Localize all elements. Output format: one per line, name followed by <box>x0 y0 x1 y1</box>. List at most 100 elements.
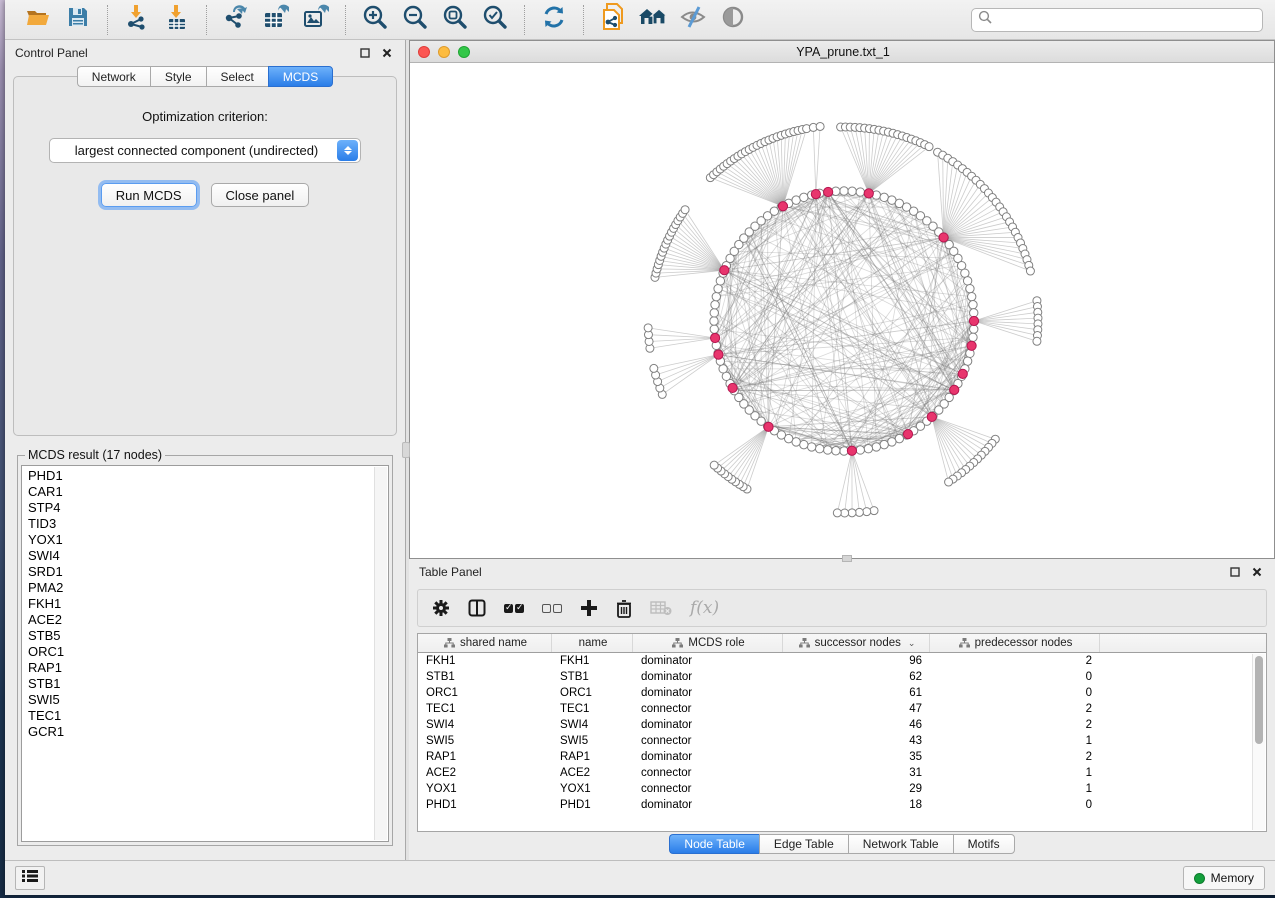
mcds-result-list[interactable]: PHD1CAR1STP4TID3YOX1SWI4SRD1PMA2FKH1ACE2… <box>21 465 389 842</box>
refresh-button[interactable] <box>539 6 569 34</box>
ring-node[interactable] <box>856 188 864 196</box>
close-panel-icon[interactable] <box>379 45 395 61</box>
table-row[interactable]: TEC1TEC1connector472 <box>418 701 1266 717</box>
table-scrollbar[interactable] <box>1252 654 1265 830</box>
leaf-node[interactable] <box>863 508 871 516</box>
mcds-dominator-node[interactable] <box>711 333 720 342</box>
mcds-dominator-node[interactable] <box>950 385 959 394</box>
ring-node[interactable] <box>815 444 823 452</box>
mcds-dominator-node[interactable] <box>764 422 773 431</box>
ring-node[interactable] <box>711 301 719 309</box>
column-header[interactable]: shared name <box>418 634 552 652</box>
ring-node[interactable] <box>880 193 888 201</box>
delete-table-button[interactable] <box>650 596 672 620</box>
ring-node[interactable] <box>716 277 724 285</box>
leaf-node[interactable] <box>848 509 856 517</box>
mcds-result-item[interactable]: ACE2 <box>28 612 388 628</box>
ring-node[interactable] <box>880 440 888 448</box>
table-row[interactable]: ACE2ACE2connector311 <box>418 765 1266 781</box>
leaf-node[interactable] <box>1033 337 1041 345</box>
leaf-node[interactable] <box>841 509 849 517</box>
mcds-result-item[interactable]: YOX1 <box>28 532 388 548</box>
import-table-button[interactable] <box>162 6 192 34</box>
table-row[interactable]: SWI5SWI5connector431 <box>418 733 1266 749</box>
window-minimize-icon[interactable] <box>438 46 450 58</box>
zoom-out-button[interactable] <box>400 6 430 34</box>
ring-node[interactable] <box>864 444 872 452</box>
float-panel-icon[interactable] <box>357 45 373 61</box>
mcds-result-item[interactable]: ORC1 <box>28 644 388 660</box>
save-session-button[interactable] <box>63 6 93 34</box>
ring-node[interactable] <box>719 365 727 373</box>
mcds-dominator-node[interactable] <box>969 316 978 325</box>
tab-network-table[interactable]: Network Table <box>848 834 953 854</box>
first-neighbors-button[interactable] <box>598 6 628 34</box>
mcds-dominator-node[interactable] <box>728 383 737 392</box>
leaf-node[interactable] <box>870 507 878 515</box>
mcds-dominator-node[interactable] <box>847 446 856 455</box>
add-button[interactable] <box>580 596 598 620</box>
close-table-panel-icon[interactable] <box>1249 564 1265 580</box>
ring-node[interactable] <box>832 447 840 455</box>
tab-style[interactable]: Style <box>150 66 206 87</box>
leaf-node[interactable] <box>945 478 953 486</box>
mcds-list-scrollbar[interactable] <box>374 467 387 840</box>
column-header[interactable]: successor nodes⌄ <box>783 634 930 652</box>
table-row[interactable]: YOX1YOX1connector291 <box>418 781 1266 797</box>
horizontal-splitter-grip[interactable] <box>842 555 852 562</box>
tab-node-table[interactable]: Node Table <box>669 834 759 854</box>
mcds-dominator-node[interactable] <box>958 369 967 378</box>
zoom-selected-button[interactable] <box>480 6 510 34</box>
ring-node[interactable] <box>969 333 977 341</box>
search-field[interactable] <box>971 8 1263 32</box>
ring-node[interactable] <box>710 325 718 333</box>
optimization-criterion-select[interactable]: largest connected component (undirected) <box>49 138 361 163</box>
hide-selected-button[interactable] <box>678 6 708 34</box>
network-view[interactable] <box>410 63 1274 558</box>
mcds-result-item[interactable]: PHD1 <box>28 468 388 484</box>
ring-node[interactable] <box>856 446 864 454</box>
leaf-node[interactable] <box>681 206 689 214</box>
leaf-node[interactable] <box>644 324 652 332</box>
search-input[interactable] <box>996 13 1256 27</box>
ring-node[interactable] <box>710 317 718 325</box>
ring-node[interactable] <box>967 292 975 300</box>
mcds-dominator-node[interactable] <box>714 350 723 359</box>
mcds-dominator-node[interactable] <box>778 202 787 211</box>
table-row[interactable]: SWI4SWI4dominator462 <box>418 717 1266 733</box>
ring-node[interactable] <box>961 269 969 277</box>
table-row[interactable]: PHD1PHD1dominator180 <box>418 797 1266 813</box>
table-settings-button[interactable] <box>432 596 450 620</box>
memory-button[interactable]: Memory <box>1183 866 1265 890</box>
mcds-result-item[interactable]: SWI4 <box>28 548 388 564</box>
ring-node[interactable] <box>807 443 815 451</box>
leaf-node[interactable] <box>650 364 658 372</box>
mcds-result-item[interactable]: FKH1 <box>28 596 388 612</box>
tab-motifs[interactable]: Motifs <box>953 834 1015 854</box>
export-network-button[interactable] <box>221 6 251 34</box>
mcds-dominator-node[interactable] <box>720 266 729 275</box>
leaf-node[interactable] <box>710 461 718 469</box>
mcds-dominator-node[interactable] <box>864 189 873 198</box>
task-history-button[interactable] <box>15 866 45 890</box>
ring-node[interactable] <box>800 193 808 201</box>
table-row[interactable]: FKH1FKH1dominator962 <box>418 653 1266 669</box>
ring-node[interactable] <box>966 284 974 292</box>
mcds-result-item[interactable]: SRD1 <box>28 564 388 580</box>
ring-node[interactable] <box>712 292 720 300</box>
table-row[interactable]: ORC1ORC1dominator610 <box>418 685 1266 701</box>
tab-mcds[interactable]: MCDS <box>268 66 333 87</box>
mcds-result-item[interactable]: STB1 <box>28 676 388 692</box>
ring-node[interactable] <box>963 357 971 365</box>
leaf-node[interactable] <box>1026 267 1034 275</box>
select-all-button[interactable] <box>504 596 524 620</box>
mcds-dominator-node[interactable] <box>967 341 976 350</box>
zoom-in-button[interactable] <box>360 6 390 34</box>
ring-node[interactable] <box>710 309 718 317</box>
tab-select[interactable]: Select <box>206 66 268 87</box>
leaf-node[interactable] <box>855 508 863 516</box>
ring-node[interactable] <box>792 196 800 204</box>
ring-node[interactable] <box>872 443 880 451</box>
ring-node[interactable] <box>840 187 848 195</box>
export-table-button[interactable] <box>261 6 291 34</box>
